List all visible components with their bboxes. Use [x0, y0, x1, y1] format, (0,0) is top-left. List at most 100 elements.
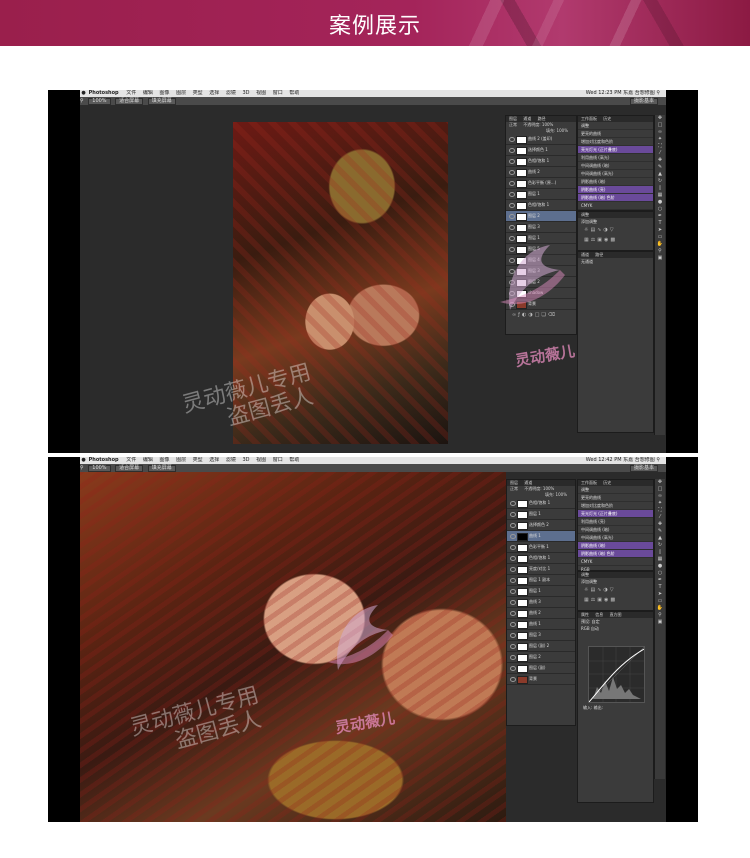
preset-item[interactable]: 中间调曲线 (暗): [578, 162, 653, 170]
tab-properties[interactable]: 属性: [581, 612, 589, 617]
black-white-icon[interactable]: ▣: [597, 597, 604, 603]
visibility-eye-icon[interactable]: [510, 578, 516, 583]
visibility-eye-icon[interactable]: [510, 512, 516, 517]
menu-item[interactable]: 编辑: [143, 457, 153, 463]
layer-row[interactable]: shadow: [506, 288, 576, 299]
layer-row[interactable]: 图层 3: [506, 222, 576, 233]
visibility-eye-icon[interactable]: [509, 225, 515, 230]
canvas-photo[interactable]: [233, 122, 448, 444]
visibility-eye-icon[interactable]: [509, 280, 515, 285]
preset-item-highlighted[interactable]: 阴影曲线 (暗) 色阶: [578, 194, 653, 202]
visibility-eye-icon[interactable]: [509, 181, 515, 186]
layer-row-selected[interactable]: 曲线 1: [507, 531, 575, 542]
visibility-eye-icon[interactable]: [510, 622, 516, 627]
channel-select[interactable]: RGB: [581, 626, 590, 631]
hand-tool-icon[interactable]: ✋: [655, 605, 665, 612]
visibility-eye-icon[interactable]: [510, 655, 516, 660]
menu-item[interactable]: 图层: [176, 90, 186, 96]
layer-row[interactable]: 选择颜色 2: [507, 520, 575, 531]
blur-tool-icon[interactable]: ●: [655, 199, 665, 206]
preset-item[interactable]: 更亮的曲线: [578, 494, 653, 502]
visibility-eye-icon[interactable]: [510, 611, 516, 616]
fill-screen-button[interactable]: 填充屏幕: [147, 465, 176, 472]
gradient-tool-icon[interactable]: ▦: [655, 192, 665, 199]
quick-select-tool-icon[interactable]: ✦: [655, 136, 665, 143]
layer-row[interactable]: 图层 4: [506, 255, 576, 266]
preset-item[interactable]: 中间调曲线 (高光): [578, 170, 653, 178]
preset-item[interactable]: CMYK: [578, 558, 653, 566]
menu-item[interactable]: 图层: [176, 457, 186, 463]
menu-item[interactable]: 滤镜: [226, 457, 236, 463]
blend-mode-select[interactable]: 正常: [509, 122, 517, 127]
menu-item[interactable]: 窗口: [273, 457, 283, 463]
layer-row[interactable]: 图层 1: [507, 509, 575, 520]
menu-item[interactable]: 视图: [256, 457, 266, 463]
brush-tool-icon[interactable]: ✎: [655, 528, 665, 535]
history-brush-icon[interactable]: ↻: [655, 178, 665, 185]
preset-item[interactable]: 利用曲线 (亮): [578, 518, 653, 526]
layer-row[interactable]: 图层 1: [506, 189, 576, 200]
layer-row[interactable]: 色彩平衡 (原...): [506, 178, 576, 189]
path-select-tool-icon[interactable]: ➤: [655, 227, 665, 234]
menu-item[interactable]: 视图: [256, 90, 266, 96]
layer-row[interactable]: 曲线 2: [506, 167, 576, 178]
vibrance-icon[interactable]: ▽: [610, 227, 616, 233]
visibility-eye-icon[interactable]: [509, 170, 515, 175]
visibility-eye-icon[interactable]: [509, 214, 515, 219]
visibility-eye-icon[interactable]: [509, 291, 515, 296]
apple-icon[interactable]: ●: [80, 90, 87, 97]
hand-tool-icon[interactable]: ✋: [655, 241, 665, 248]
layer-row[interactable]: 曲线 1: [507, 619, 575, 630]
tab-layers[interactable]: 图层: [509, 116, 517, 121]
color-swatches-icon[interactable]: ▣: [655, 255, 665, 262]
tab-histogram[interactable]: 直方图: [610, 612, 622, 617]
opacity-field[interactable]: 不透明度: 100%: [524, 486, 554, 491]
menu-item[interactable]: 图像: [159, 90, 169, 96]
healing-tool-icon[interactable]: ✚: [655, 157, 665, 164]
preset-item-highlighted[interactable]: 亮光灯光 (正片叠底): [578, 146, 653, 154]
tab-channels[interactable]: 通道: [581, 252, 589, 257]
layer-row[interactable]: 色彩平衡 1: [507, 542, 575, 553]
layer-row-background[interactable]: 背景: [507, 674, 575, 685]
visibility-eye-icon[interactable]: [509, 258, 515, 263]
canvas-photo[interactable]: [80, 472, 506, 822]
pen-tool-icon[interactable]: ✒: [655, 577, 665, 584]
path-select-tool-icon[interactable]: ➤: [655, 591, 665, 598]
menu-item[interactable]: 选择: [209, 457, 219, 463]
curves-graph[interactable]: [588, 646, 645, 703]
gradient-tool-icon[interactable]: ▦: [655, 556, 665, 563]
layer-row[interactable]: 曲线 3: [507, 597, 575, 608]
zoom-tool-icon[interactable]: ⚲: [655, 248, 665, 255]
menu-item[interactable]: 帮助: [289, 90, 299, 96]
history-brush-icon[interactable]: ↻: [655, 542, 665, 549]
layer-row[interactable]: 图层 5: [506, 244, 576, 255]
preset-item[interactable]: 调整: [578, 122, 653, 130]
visibility-eye-icon[interactable]: [510, 534, 516, 539]
user-name[interactable]: 东嘉 吾想修图: [623, 457, 655, 463]
preset-item[interactable]: 增加对比度和色阶: [578, 138, 653, 146]
hue-saturation-icon[interactable]: ▦: [584, 597, 591, 603]
layer-row[interactable]: 曲线 2 (盖印): [506, 134, 576, 145]
preset-item[interactable]: 更亮的曲线: [578, 130, 653, 138]
visibility-eye-icon[interactable]: [510, 567, 516, 572]
tab-info[interactable]: 信息: [595, 612, 603, 617]
auto-button[interactable]: 自动: [591, 626, 599, 631]
layer-row[interactable]: 图层 (副) 2: [507, 641, 575, 652]
layer-row[interactable]: 图层 1 副本: [507, 575, 575, 586]
blend-mode-select[interactable]: 正常: [510, 486, 518, 491]
layer-row[interactable]: 色相/饱和 1: [507, 553, 575, 564]
zoom-tool-icon[interactable]: ⚲: [80, 465, 84, 471]
visibility-eye-icon[interactable]: [510, 501, 516, 506]
app-name[interactable]: Photoshop: [89, 457, 119, 463]
fit-screen-button[interactable]: 适合屏幕: [115, 465, 144, 472]
layer-row[interactable]: 图层 2: [506, 277, 576, 288]
quick-select-tool-icon[interactable]: ✦: [655, 500, 665, 507]
layer-row-background[interactable]: 背景: [506, 299, 576, 310]
layer-row[interactable]: 图层 1: [506, 233, 576, 244]
menu-item[interactable]: 窗口: [273, 90, 283, 96]
eraser-tool-icon[interactable]: ▯: [655, 549, 665, 556]
layer-row[interactable]: 图层 (副): [507, 663, 575, 674]
tab-paths[interactable]: 路径: [538, 116, 546, 121]
menu-item[interactable]: 滤镜: [226, 90, 236, 96]
tab-history[interactable]: 历史: [603, 116, 611, 121]
